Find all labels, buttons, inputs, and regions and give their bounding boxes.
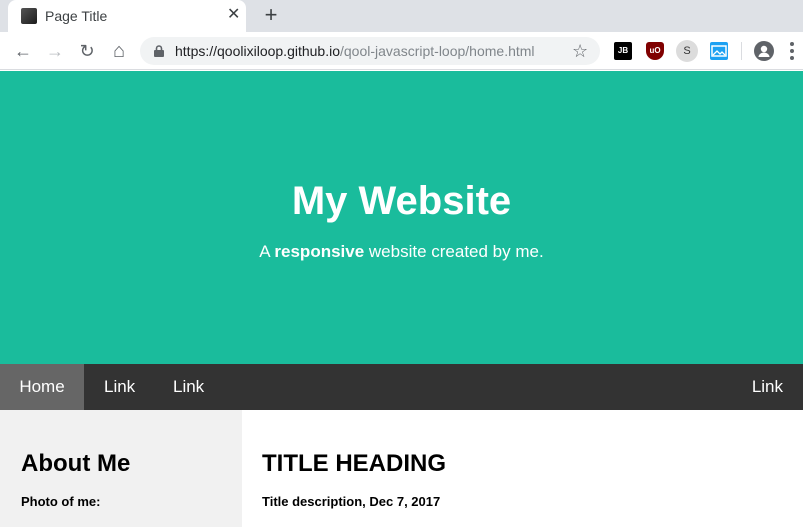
toolbar-divider [741, 42, 742, 60]
nav-home-link[interactable]: Home [0, 364, 84, 410]
browser-tab[interactable]: Page Title ✕ [8, 0, 246, 32]
profile-avatar-icon[interactable] [754, 41, 774, 61]
new-tab-button[interactable]: + [260, 4, 282, 26]
jetbrains-extension-icon[interactable]: JB [614, 42, 632, 60]
main-heading: TITLE HEADING [262, 450, 446, 477]
address-bar[interactable]: https://qoolixiloop.github.io/qool-javas… [140, 37, 600, 65]
forward-button[interactable]: → [44, 40, 66, 62]
favicon-icon [21, 8, 37, 24]
home-button[interactable]: ⌂ [108, 40, 130, 62]
browser-toolbar: ← → ↻ ⌂ https://qoolixiloop.github.io/qo… [0, 32, 803, 70]
tab-title: Page Title [45, 8, 108, 24]
bookmark-star-icon[interactable]: ☆ [572, 40, 588, 62]
main-description: Title description, Dec 7, 2017 [262, 494, 441, 509]
content-row: About Me Photo of me: TITLE HEADING Titl… [0, 410, 803, 527]
url-text: https://qoolixiloop.github.io/qool-javas… [175, 43, 535, 59]
subtitle-pre: A [259, 242, 275, 261]
close-tab-icon[interactable]: ✕ [227, 6, 240, 24]
url-path: /qool-javascript-loop/home.html [340, 43, 535, 59]
image-extension-icon[interactable] [710, 42, 728, 60]
nav-link-1[interactable]: Link [84, 364, 155, 410]
image-icon [711, 45, 727, 57]
lock-icon [154, 45, 164, 57]
photo-label: Photo of me: [21, 494, 101, 509]
ublock-extension-icon[interactable]: uO [646, 42, 664, 60]
site-navbar: Home Link Link Link [0, 364, 803, 410]
back-button[interactable]: ← [12, 40, 34, 62]
main-column: TITLE HEADING Title description, Dec 7, … [242, 410, 803, 527]
about-heading: About Me [21, 450, 131, 477]
nav-link-2[interactable]: Link [153, 364, 224, 410]
site-title: My Website [291, 179, 512, 223]
browser-menu-icon[interactable] [790, 42, 794, 60]
subtitle-post: website created by me. [364, 242, 544, 261]
url-host: https://qoolixiloop.github.io [175, 43, 340, 59]
site-subtitle: A responsive website created by me. [0, 242, 803, 262]
nav-link-right[interactable]: Link [732, 364, 803, 410]
s-extension-icon[interactable]: S [676, 40, 698, 62]
site-header: My Website A responsive website created … [0, 71, 803, 364]
side-column: About Me Photo of me: [0, 410, 242, 527]
subtitle-bold: responsive [274, 242, 365, 261]
web-page: My Website A responsive website created … [0, 71, 803, 527]
reload-button[interactable]: ↻ [76, 40, 98, 62]
browser-tabstrip: Page Title ✕ + [0, 0, 803, 32]
